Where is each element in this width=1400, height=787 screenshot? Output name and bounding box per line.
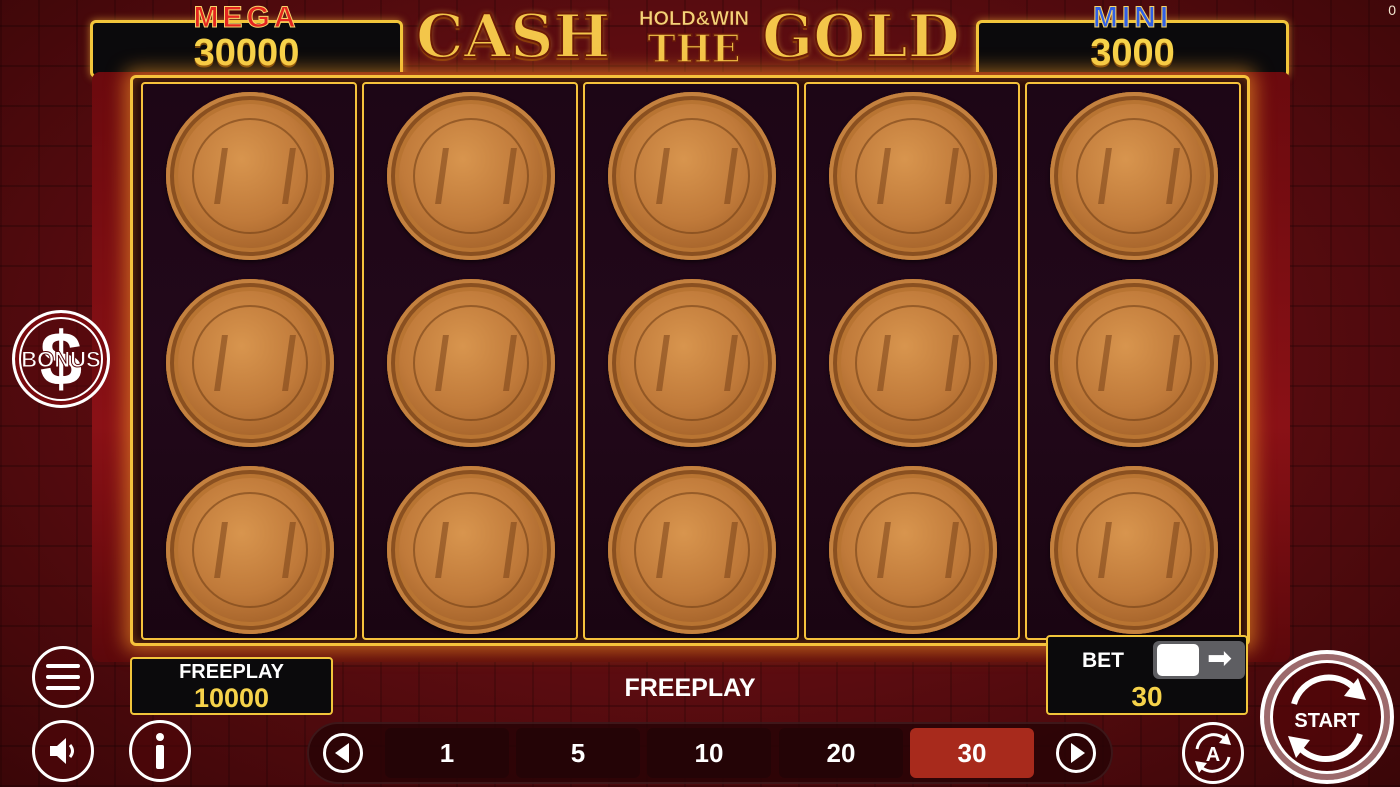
corner-counter: 0 xyxy=(1388,2,1396,18)
bet-selector: 1 5 10 20 30 xyxy=(307,722,1113,784)
bet-toggle[interactable]: ➡ xyxy=(1153,641,1245,679)
coin-symbol xyxy=(1050,92,1218,260)
coin-symbol xyxy=(829,92,997,260)
reels-area xyxy=(130,75,1250,646)
coin-symbol xyxy=(829,279,997,447)
autoplay-button[interactable]: A xyxy=(1182,722,1244,784)
bonus-label: BONUS xyxy=(21,347,101,373)
status-text: FREEPLAY xyxy=(624,674,756,702)
coin-symbol xyxy=(1050,279,1218,447)
menu-icon xyxy=(46,664,80,690)
info-button[interactable] xyxy=(129,720,191,782)
coin-symbol xyxy=(1050,466,1218,634)
chevron-left-icon xyxy=(334,743,349,763)
reel-2 xyxy=(362,82,578,640)
reel-1 xyxy=(141,82,357,640)
credit-display: FREEPLAY 10000 xyxy=(130,657,333,715)
mini-jackpot: MINI 3000 xyxy=(976,1,1289,78)
start-button[interactable]: START xyxy=(1260,650,1394,784)
bet-display: BET ➡ 30 xyxy=(1046,635,1248,715)
coin-symbol xyxy=(608,279,776,447)
bet-option-5[interactable]: 5 xyxy=(516,728,640,778)
coin-symbol xyxy=(829,466,997,634)
bet-prev-button[interactable] xyxy=(323,733,363,773)
reel-5 xyxy=(1025,82,1241,640)
speaker-icon xyxy=(50,738,74,764)
reel-4 xyxy=(804,82,1020,640)
chevron-right-icon xyxy=(1070,743,1085,763)
bet-option-30[interactable]: 30 xyxy=(910,728,1034,778)
coin-symbol xyxy=(608,92,776,260)
bonus-button[interactable]: $ BONUS xyxy=(12,310,110,408)
coin-symbol xyxy=(166,279,334,447)
mini-jackpot-value: 3000 xyxy=(1090,32,1175,74)
bet-option-1[interactable]: 1 xyxy=(385,728,509,778)
mega-jackpot-value: 30000 xyxy=(193,32,300,74)
logo-word-cash: CASH xyxy=(415,1,611,73)
coin-symbol xyxy=(387,466,555,634)
coin-symbol xyxy=(387,279,555,447)
svg-text:A: A xyxy=(1206,744,1220,766)
logo-word-the: THE xyxy=(647,25,742,72)
arrow-right-icon: ➡ xyxy=(1207,642,1233,675)
coin-symbol xyxy=(608,466,776,634)
toggle-knob xyxy=(1157,644,1199,676)
bet-option-20[interactable]: 20 xyxy=(779,728,903,778)
game-logo: CASH HOLD&WIN THE GOLD xyxy=(410,0,970,78)
menu-button[interactable] xyxy=(32,646,94,708)
start-label: START xyxy=(1294,710,1360,732)
logo-word-gold: GOLD xyxy=(761,1,961,73)
bet-option-10[interactable]: 10 xyxy=(647,728,771,778)
bet-value: 30 xyxy=(1131,681,1163,712)
bet-next-button[interactable] xyxy=(1056,733,1096,773)
bet-label: BET xyxy=(1082,649,1124,672)
mega-jackpot-label: MEGA xyxy=(193,1,300,35)
mini-jackpot-label: MINI xyxy=(1092,1,1173,35)
sound-button[interactable] xyxy=(32,720,94,782)
autoplay-icon: A xyxy=(1195,733,1231,773)
reel-3 xyxy=(583,82,799,640)
credit-value: 10000 xyxy=(193,683,270,713)
info-icon xyxy=(156,733,164,769)
coin-symbol xyxy=(387,92,555,260)
coin-symbol xyxy=(166,92,334,260)
coin-symbol xyxy=(166,466,334,634)
mega-jackpot: MEGA 30000 xyxy=(90,1,403,78)
credit-label: FREEPLAY xyxy=(179,661,284,683)
